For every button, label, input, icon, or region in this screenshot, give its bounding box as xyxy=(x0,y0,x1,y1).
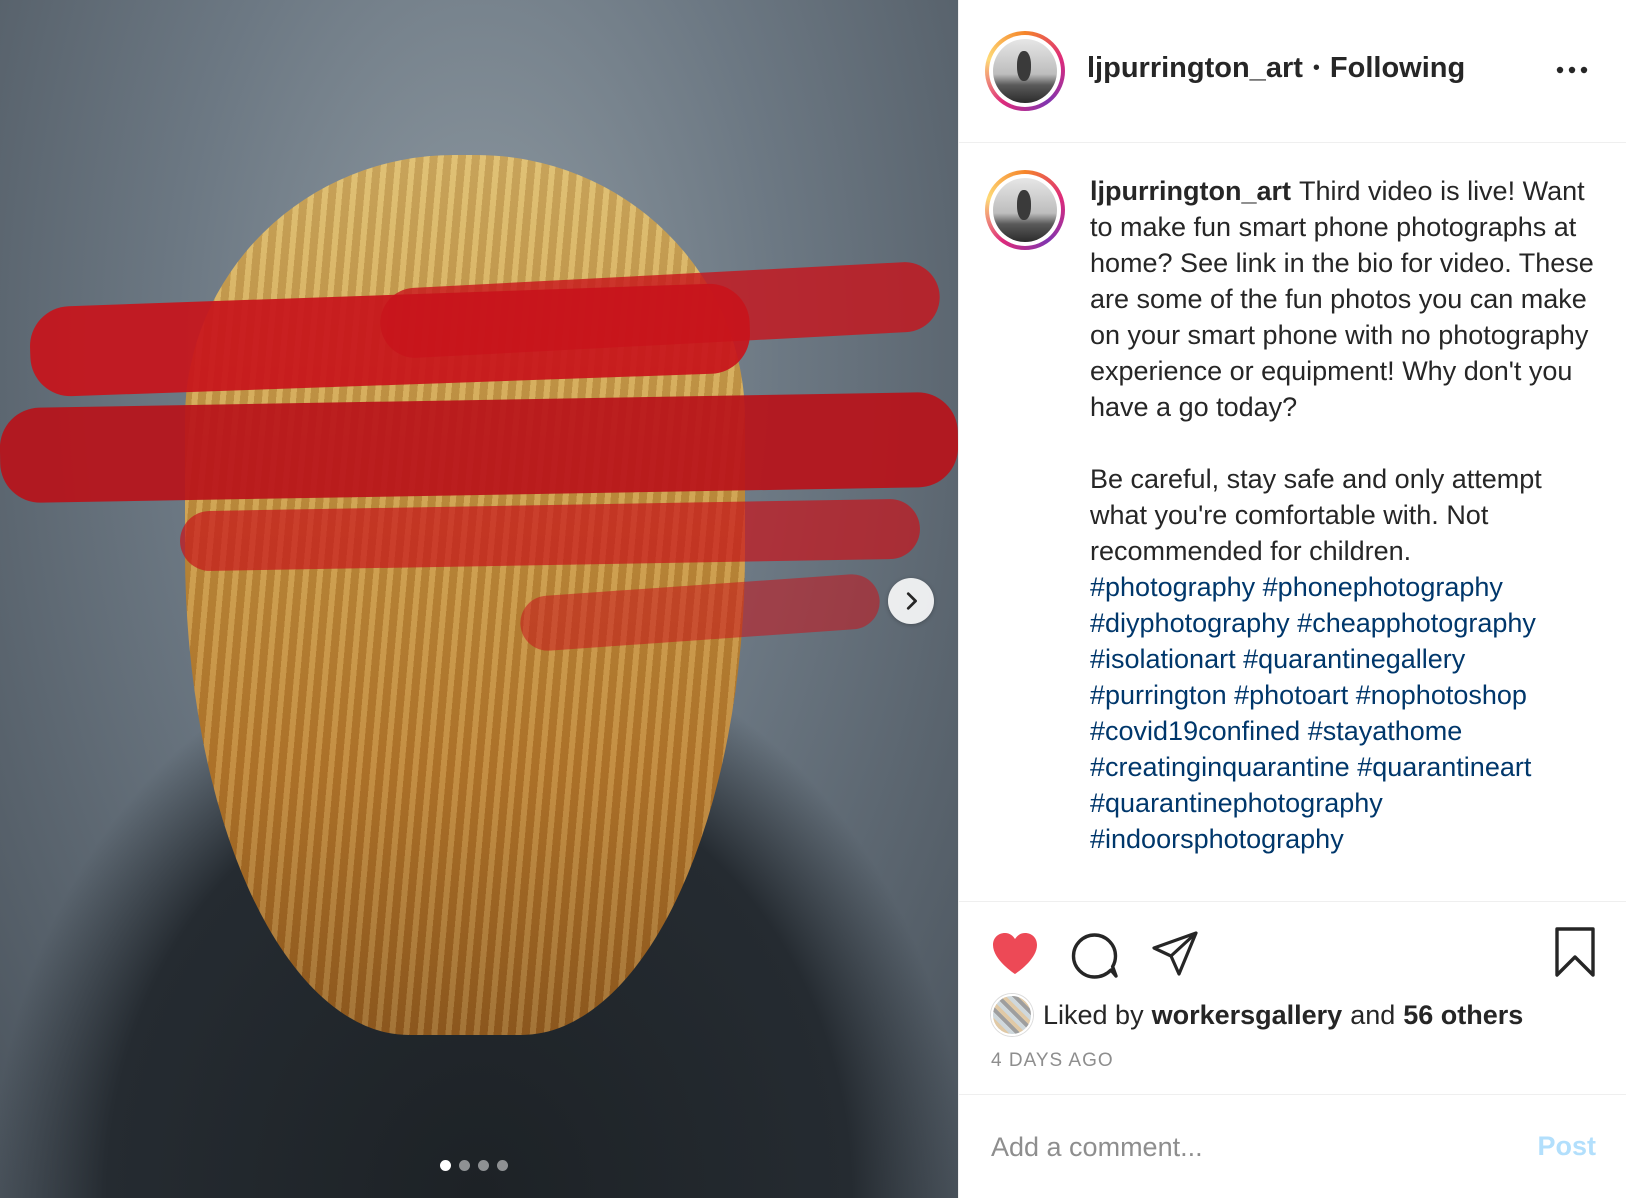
actions-area: Liked by workersgallery and 56 others 4 … xyxy=(959,901,1626,1094)
hashtag-link[interactable]: #phonephotography xyxy=(1263,572,1503,602)
post-side-panel: ljpurrington_art • Following ljpurringto… xyxy=(958,0,1626,1198)
avatar-image xyxy=(993,39,1057,103)
more-icon[interactable] xyxy=(1554,58,1590,82)
carousel-dot xyxy=(497,1160,508,1171)
paint-stroke xyxy=(0,391,958,504)
instagram-post: ljpurrington_art • Following ljpurringto… xyxy=(0,0,1626,1198)
post-photo[interactable] xyxy=(0,0,958,1198)
username-link[interactable]: ljpurrington_art xyxy=(1087,52,1303,85)
chevron-right-icon xyxy=(906,592,917,610)
liked-by: Liked by workersgallery and 56 others xyxy=(991,994,1523,1036)
hashtag-link[interactable]: #quarantinephotography xyxy=(1090,788,1383,818)
liked-by-label: Liked by xyxy=(1043,999,1144,1030)
caption-text: Third video is live! Want to make fun sm… xyxy=(1090,176,1594,422)
liker-username-link[interactable]: workersgallery xyxy=(1152,1000,1343,1031)
post-header: ljpurrington_art • Following xyxy=(959,0,1626,143)
hashtag-link[interactable]: #diyphotography xyxy=(1090,608,1290,638)
hashtag-link[interactable]: #creatinginquarantine xyxy=(1090,752,1350,782)
caption-username-link[interactable]: ljpurrington_art xyxy=(1090,176,1291,206)
avatar[interactable] xyxy=(985,170,1065,250)
carousel-dots xyxy=(440,1160,508,1171)
post-timestamp[interactable]: 4 DAYS AGO xyxy=(991,1050,1114,1072)
hashtag-link[interactable]: #isolationart xyxy=(1090,644,1236,674)
hashtag-link[interactable]: #quarantinegallery xyxy=(1243,644,1465,674)
caption: ljpurrington_art Third video is live! Wan… xyxy=(1090,173,1595,857)
comment-area: Post xyxy=(959,1094,1626,1198)
avatar-border xyxy=(989,174,1061,246)
hashtag-link[interactable]: #photography xyxy=(1090,572,1255,602)
share-icon[interactable] xyxy=(1151,930,1199,978)
hashtags: #photography #phonephotography #diyphoto… xyxy=(1090,569,1595,857)
avatar-image xyxy=(993,178,1057,242)
carousel-dot xyxy=(478,1160,489,1171)
carousel-dot xyxy=(440,1160,451,1171)
hashtag-link[interactable]: #stayathome xyxy=(1308,716,1463,746)
heart-icon[interactable] xyxy=(991,932,1039,976)
avatar[interactable] xyxy=(985,31,1065,111)
comment-input[interactable] xyxy=(991,1125,1511,1169)
caption-area: ljpurrington_art Third video is live! Wan… xyxy=(959,143,1626,901)
paint-stroke xyxy=(179,498,921,572)
carousel-dot xyxy=(459,1160,470,1171)
hashtag-link[interactable]: #indoorsphotography xyxy=(1090,824,1344,854)
next-photo-button[interactable] xyxy=(888,578,934,624)
caption-text-2: Be careful, stay safe and only attempt w… xyxy=(1090,464,1542,566)
liker-avatar[interactable] xyxy=(991,994,1033,1036)
hashtag-link[interactable]: #photoart xyxy=(1234,680,1348,710)
hashtag-link[interactable]: #purrington xyxy=(1090,680,1227,710)
hashtag-link[interactable]: #covid19confined xyxy=(1090,716,1300,746)
hashtag-link[interactable]: #nophotoshop xyxy=(1356,680,1527,710)
header-text: ljpurrington_art • Following xyxy=(1087,52,1465,85)
hashtag-link[interactable]: #cheapphotography xyxy=(1297,608,1536,638)
separator-bullet: • xyxy=(1312,57,1320,79)
hashtag-link[interactable]: #quarantineart xyxy=(1357,752,1531,782)
following-button[interactable]: Following xyxy=(1330,52,1465,85)
likes-others-link[interactable]: 56 others xyxy=(1403,1000,1523,1031)
post-comment-button[interactable]: Post xyxy=(1537,1131,1596,1162)
comment-icon[interactable] xyxy=(1071,932,1119,980)
avatar-border xyxy=(989,35,1061,107)
bookmark-icon[interactable] xyxy=(1554,926,1596,978)
liked-and: and xyxy=(1350,999,1396,1030)
